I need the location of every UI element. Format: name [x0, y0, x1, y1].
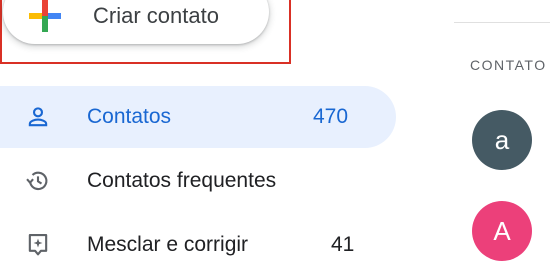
avatar[interactable]: A [472, 201, 532, 261]
plus-icon [29, 0, 61, 32]
nav-item-count: 470 [313, 105, 349, 128]
nav-item-label: Contatos [87, 105, 172, 128]
create-contact-button[interactable]: Criar contato [3, 0, 269, 44]
nav-item-label: Contatos frequentes [87, 169, 277, 192]
divider [454, 22, 550, 23]
create-contact-label: Criar contato [93, 3, 219, 28]
avatar[interactable]: a [472, 110, 532, 170]
nav-item-merge-fix[interactable]: Mesclar e corrigir 41 [0, 214, 396, 276]
nav-item-frequent-contacts[interactable]: Contatos frequentes [0, 150, 396, 212]
merge-fix-icon [28, 234, 48, 256]
person-icon [28, 107, 48, 127]
nav-item-contacts[interactable]: Contatos 470 [0, 86, 396, 148]
section-header: CONTATO [470, 57, 547, 73]
nav-item-label: Mesclar e corrigir [87, 233, 249, 256]
history-icon [26, 171, 48, 191]
nav-item-count: 41 [331, 233, 355, 256]
